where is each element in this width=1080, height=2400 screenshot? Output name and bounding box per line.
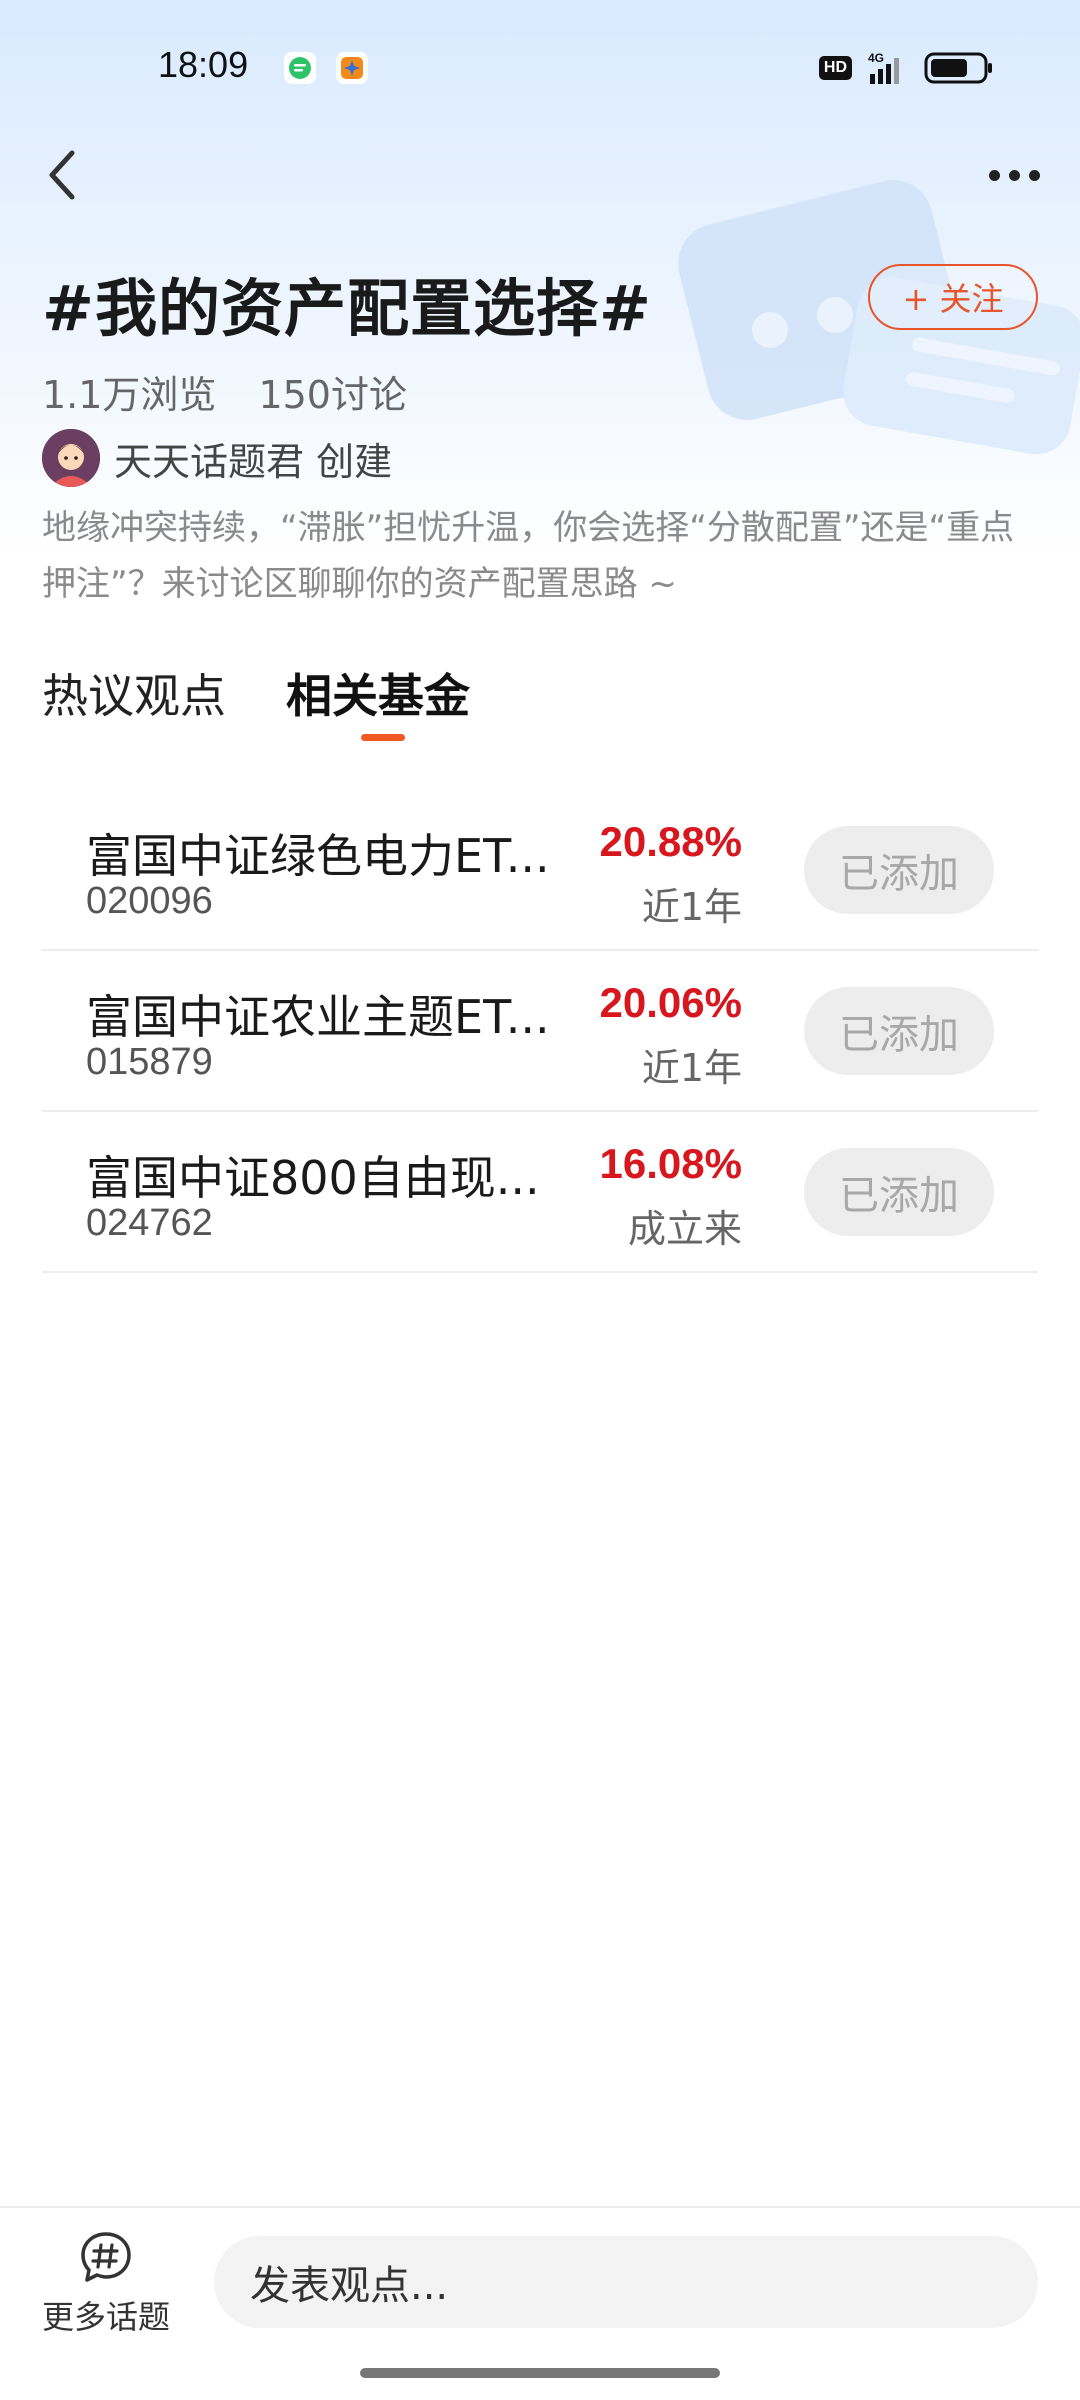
status-time: 18:09 (158, 44, 249, 85)
fund-row[interactable]: 富国中证绿色电力ET... 020096 20.88% 近1年 已添加 (42, 790, 1038, 951)
status-indicators: HD 4G (818, 48, 994, 88)
back-button[interactable] (32, 140, 92, 210)
chevron-left-icon (49, 150, 75, 200)
tab-hot-opinions[interactable]: 热议观点 (42, 660, 226, 740)
more-dot-icon (1028, 169, 1040, 181)
hd-badge: HD (818, 56, 852, 80)
fund-return: 20.88% (599, 818, 742, 865)
fund-code: 015879 (86, 1041, 213, 1083)
fund-name: 富国中证800自由现... (86, 1151, 540, 1205)
home-indicator[interactable] (360, 2368, 720, 2378)
fund-app-notification-icon (336, 52, 368, 84)
tab-bar: 热议观点 相关基金 (42, 660, 470, 740)
fund-return-period: 成立来 (627, 1207, 742, 1251)
creator-info[interactable]: 天天话题君 创建 (42, 428, 392, 488)
tab-related-funds[interactable]: 相关基金 (286, 660, 470, 740)
creator-name: 天天话题君 创建 (114, 439, 393, 484)
topic-page: 18:09 HD 4G #我的资产配置选择# + 关注 1.1万浏览 150讨论… (0, 0, 1080, 2400)
active-tab-indicator (361, 734, 405, 741)
topic-stats: 1.1万浏览 150讨论 (42, 364, 407, 419)
fund-return-period: 近1年 (641, 885, 742, 929)
fund-return-period: 近1年 (641, 1046, 742, 1090)
fund-row[interactable]: 富国中证农业主题ET... 015879 20.06% 近1年 已添加 (42, 951, 1038, 1112)
fund-return: 16.08% (599, 1140, 742, 1187)
added-button[interactable]: 已添加 (804, 1148, 994, 1236)
fund-name: 富国中证农业主题ET... (86, 990, 550, 1044)
hashtag-bubble-icon (81, 2232, 131, 2282)
network-type-label: 4G (868, 51, 884, 65)
comment-input[interactable]: 发表观点... (214, 2236, 1038, 2328)
more-topics-label: 更多话题 (41, 2298, 170, 2336)
added-button[interactable]: 已添加 (804, 987, 994, 1075)
follow-button[interactable]: + 关注 (868, 264, 1038, 330)
fund-code: 020096 (86, 880, 213, 922)
more-options-button[interactable] (974, 150, 1054, 200)
more-topics-button[interactable]: 更多话题 (36, 2230, 176, 2338)
fund-code: 024762 (86, 1202, 213, 1244)
discussion-count: 150讨论 (258, 373, 407, 417)
topic-title: #我的资产配置选择# (42, 272, 652, 345)
view-count: 1.1万浏览 (42, 373, 217, 417)
cartoon-avatar-icon (42, 429, 100, 487)
chat-app-notification-icon (284, 52, 316, 84)
fund-row[interactable]: 富国中证800自由现... 024762 16.08% 成立来 已添加 (42, 1112, 1038, 1273)
fund-return: 20.06% (599, 979, 742, 1026)
more-dot-icon (1008, 169, 1020, 181)
creator-avatar[interactable] (42, 429, 100, 487)
fund-list: 富国中证绿色电力ET... 020096 20.88% 近1年 已添加 富国中证… (42, 790, 1038, 1273)
topic-description: 地缘冲突持续，“滞胀”担忧升温，你会选择“分散配置”还是“重点押注”？来讨论区聊… (42, 508, 1015, 604)
added-button[interactable]: 已添加 (804, 826, 994, 914)
fund-name: 富国中证绿色电力ET... (86, 829, 550, 883)
more-dot-icon (988, 169, 1000, 181)
signal-icon: 4G (868, 51, 899, 84)
battery-icon (924, 52, 992, 84)
status-bar: 18:09 HD 4G (0, 0, 1080, 140)
